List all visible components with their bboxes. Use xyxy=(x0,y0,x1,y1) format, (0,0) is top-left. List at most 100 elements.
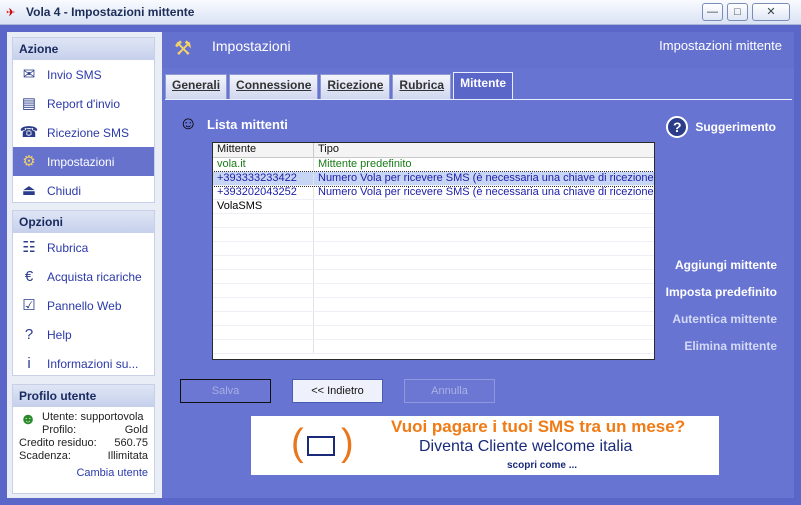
cambia-utente-link[interactable]: Cambia utente xyxy=(76,467,148,479)
title-bar: ✈ Vola 4 - Impostazioni mittente — □ ✕ xyxy=(0,0,801,25)
tab-rubrica[interactable]: Rubrica xyxy=(392,74,452,100)
table-row[interactable]: VolaSMS xyxy=(213,200,654,214)
autentica-label: Autentica mittente xyxy=(672,312,777,326)
utente-text: Utente: supportovola xyxy=(42,411,144,423)
empty-row xyxy=(213,340,654,354)
credito-value: 560.75 xyxy=(114,437,148,449)
empty-row xyxy=(213,312,654,326)
report-icon: ▤ xyxy=(21,94,37,112)
minimize-button[interactable]: — xyxy=(702,3,723,21)
sidebar-item-label: Help xyxy=(47,327,72,342)
tab-label: Ricezione xyxy=(327,78,384,92)
sidebar-item-ricezione-sms[interactable]: ☎ Ricezione SMS xyxy=(13,118,154,147)
autentica-mittente-link[interactable]: Autentica mittente xyxy=(666,312,777,339)
sidebar-item-help[interactable]: ? Help xyxy=(13,320,154,349)
sidebar-item-invio-sms[interactable]: ✉ Invio SMS xyxy=(13,60,154,89)
table-row[interactable]: +393333233422 Numero Vola per ricevere SM… xyxy=(212,171,655,187)
receive-sms-icon: ☎ xyxy=(19,123,39,141)
elimina-label: Elimina mittente xyxy=(684,339,777,353)
sidebar-item-informazioni-su[interactable]: i Informazioni su... xyxy=(13,349,154,378)
page-title: Impostazioni xyxy=(212,38,291,54)
profilo-value: Gold xyxy=(124,424,148,436)
elimina-mittente-link[interactable]: Elimina mittente xyxy=(666,339,777,366)
settings-tools-icon: ⚒ xyxy=(174,38,192,60)
table-row[interactable]: +393202043252 Numero Vola per ricevere SM… xyxy=(213,186,654,200)
send-sms-icon: ✉ xyxy=(22,65,36,83)
sidebar-item-pannello-web[interactable]: ☑ Pannello Web xyxy=(13,291,154,320)
promo-banner[interactable]: ( ) Vuoi pagare i tuoi SMS tra un mese? … xyxy=(251,416,719,475)
cell-mittente: +393202043252 xyxy=(213,186,314,199)
salva-button[interactable]: Salva xyxy=(180,379,271,403)
cell-mittente: +393333233422 xyxy=(213,172,314,185)
empty-row xyxy=(213,242,654,256)
sidebar-item-rubrica[interactable]: ☷ Rubrica xyxy=(13,233,154,262)
profilo-panel: Profilo utente ☻ Utente: supportovola Pr… xyxy=(12,384,155,494)
sidebar-item-label: Informazioni su... xyxy=(47,356,139,371)
tab-ricezione[interactable]: Ricezione xyxy=(320,74,391,100)
scadenza-value: Illimitata xyxy=(107,450,148,462)
sender-table[interactable]: Mittente Tipo vola.it Mittente predefinit… xyxy=(212,142,655,360)
indietro-button[interactable]: << Indietro xyxy=(292,379,383,403)
sidebar-item-acquista-ricariche[interactable]: € Acquista ricariche xyxy=(13,262,154,291)
sidebar-item-chiudi[interactable]: ⏏ Chiudi xyxy=(13,176,154,205)
maximize-button[interactable]: □ xyxy=(727,3,748,21)
cell-mittente: VolaSMS xyxy=(213,200,314,213)
sidebar-item-label: Pannello Web xyxy=(47,298,122,313)
tab-label: Mittente xyxy=(460,76,507,90)
user-avatar-icon: ☻ xyxy=(19,411,37,428)
list-title: Lista mittenti xyxy=(207,117,288,132)
cell-tipo: Numero Vola per ricevere SMS (è necessar… xyxy=(318,186,654,198)
exit-icon: ⏏ xyxy=(21,181,37,199)
sidebar-item-report-d-invio[interactable]: ▤ Report d'invio xyxy=(13,89,154,118)
main-area: ⚒ Impostazioni Impostazioni mittente Gen… xyxy=(162,32,794,498)
address-book-icon: ☷ xyxy=(22,238,36,256)
credito-label: Credito residuo: xyxy=(19,437,97,449)
cell-mittente: vola.it xyxy=(213,158,314,171)
sidebar-item-impostazioni[interactable]: ⚙ Impostazioni xyxy=(13,147,154,176)
buy-credit-icon: € xyxy=(24,267,34,285)
aggiungi-label: Aggiungi mittente xyxy=(675,258,777,272)
annulla-button[interactable]: Annulla xyxy=(404,379,495,403)
cell-tipo: Mittente predefinito xyxy=(318,158,412,170)
web-panel-icon: ☑ xyxy=(22,296,36,314)
imposta-predefinito-link[interactable]: Imposta predefinito xyxy=(666,285,777,312)
opzioni-header: Opzioni xyxy=(13,211,154,233)
opzioni-panel: Opzioni ☷ Rubrica € Acquista ricariche ☑ Pann… xyxy=(12,210,155,376)
actions-panel: Aggiungi mittente Imposta predefinito Au… xyxy=(666,258,777,366)
tab-label: Connessione xyxy=(236,78,312,92)
window-title: Vola 4 - Impostazioni mittente xyxy=(26,5,195,19)
empty-row xyxy=(213,214,654,228)
table-row[interactable]: vola.it Mittente predefinito xyxy=(213,158,654,172)
page-subtitle: Impostazioni mittente xyxy=(659,38,782,53)
sidebar-item-label: Rubrica xyxy=(47,240,89,255)
tab-strip: Generali Connessione Ricezione Rubrica Mitte… xyxy=(165,72,515,100)
tab-generali[interactable]: Generali xyxy=(165,74,228,100)
tab-label: Generali xyxy=(172,78,221,92)
profilo-label: Profilo: xyxy=(42,424,77,436)
column-header-mittente[interactable]: Mittente xyxy=(213,143,314,157)
empty-row xyxy=(213,270,654,284)
empty-row xyxy=(213,256,654,270)
hint-link[interactable]: ? Suggerimento xyxy=(666,116,776,138)
azione-header: Azione xyxy=(13,38,154,60)
azione-panel: Azione ✉ Invio SMS ▤ Report d'invio ☎ Ricezio… xyxy=(12,37,155,203)
sidebar-item-label: Chiudi xyxy=(47,183,82,198)
empty-row xyxy=(213,326,654,340)
tab-connessione[interactable]: Connessione xyxy=(229,74,319,100)
cell-tipo: Numero Vola per ricevere SMS (è necessar… xyxy=(318,172,654,184)
tab-mittente[interactable]: Mittente xyxy=(453,72,514,100)
imposta-label: Imposta predefinito xyxy=(665,285,777,299)
aggiungi-mittente-link[interactable]: Aggiungi mittente xyxy=(666,258,777,285)
column-header-tipo[interactable]: Tipo xyxy=(314,143,654,157)
sidebar-item-label: Impostazioni xyxy=(47,154,115,169)
banner-line1: Vuoi pagare i tuoi SMS tra un mese? xyxy=(391,417,686,436)
sidebar: Azione ✉ Invio SMS ▤ Report d'invio ☎ Ricezio… xyxy=(7,32,162,498)
empty-row xyxy=(213,228,654,242)
profilo-header: Profilo utente xyxy=(13,385,154,407)
sidebar-item-label: Ricezione SMS xyxy=(47,125,130,140)
cell-tipo xyxy=(314,200,654,213)
close-button[interactable]: ✕ xyxy=(752,3,790,21)
sidebar-item-label: Invio SMS xyxy=(47,67,102,82)
banner-line2: Diventa Cliente welcome italia xyxy=(419,438,633,455)
envelope-icon: ( ) xyxy=(291,422,354,464)
